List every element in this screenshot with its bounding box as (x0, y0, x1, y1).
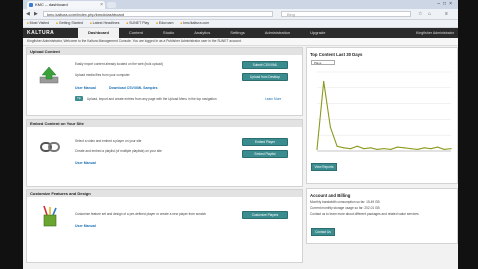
bookmarks-bar: Most Visited Getting Started Latest Head… (23, 20, 458, 28)
favicon-icon (29, 3, 33, 7)
nav-analytics[interactable]: Analytics (184, 28, 220, 38)
tab-bar: KMC -- dashboard × –□× (23, 0, 458, 9)
series-line (316, 81, 452, 150)
data-point (343, 147, 345, 149)
nav-upgrade[interactable]: Upgrade (300, 28, 335, 38)
main-nav: Dashboard Content Studio Analytics Setti… (78, 28, 335, 38)
section-title: Upload Content (27, 48, 302, 55)
nav-administration[interactable]: Administration (255, 28, 300, 38)
tip-text: Upload, import and create entries from a… (87, 97, 217, 101)
data-point (316, 148, 318, 151)
tip-badge: Tip (75, 96, 84, 101)
bookmark-item[interactable]: Getting Started (56, 21, 83, 25)
customize-section: Customize Features and Design Customize … (26, 189, 303, 263)
customize-players-button[interactable]: Customize Players (242, 211, 288, 219)
data-point (336, 145, 338, 147)
data-point (443, 148, 445, 151)
data-point (376, 148, 378, 151)
address-bar-row: ◀ ▶ kmc.kaltura.com/index.php/kmc#dashbo… (23, 9, 458, 20)
kaltura-logo: KALTURA (27, 30, 55, 36)
data-point (410, 148, 412, 150)
browser-window: KMC -- dashboard × –□× ◀ ▶ kmc.kaltura.c… (23, 0, 458, 269)
design-tools-icon (43, 205, 57, 227)
data-point (356, 145, 358, 147)
user-manual-link[interactable]: User Manual (75, 161, 96, 165)
nav-studio[interactable]: Studio (153, 28, 184, 38)
embed-content-section: Embed Content on Your Site Select a vide… (26, 119, 303, 187)
top-content-panel: Top Content Last 30 Days Plays View Repo… (306, 47, 458, 184)
section-title: Embed Content on Your Site (27, 120, 302, 127)
nav-content[interactable]: Content (119, 28, 153, 38)
top-content-title: Top Content Last 30 Days (310, 52, 363, 57)
upload-icon (39, 66, 59, 84)
upload-content-section: Upload Content Easily import content alr… (26, 47, 303, 116)
submit-csv-button[interactable]: Submit CSV/XML (242, 61, 288, 69)
customize-desc: Customize feature set and design of a pr… (75, 212, 207, 216)
nav-dashboard[interactable]: Dashboard (78, 28, 119, 38)
menu-icon[interactable]: ≡ (445, 11, 448, 17)
data-point (349, 148, 352, 150)
data-point (430, 148, 432, 150)
bookmark-item[interactable]: SUNET Play (126, 21, 149, 25)
section-title: Customize Features and Design (27, 190, 302, 197)
kaltura-header: KALTURA Dashboard Content Studio Analyti… (23, 28, 458, 38)
chain-link-icon (40, 142, 60, 152)
embed-desc-1: Select a video and embed a player on you… (75, 139, 142, 143)
bookmark-item[interactable]: Eduroam (156, 21, 173, 25)
data-point (416, 148, 419, 151)
browser-tab[interactable]: KMC -- dashboard × (27, 1, 105, 9)
account-billing-panel: Account and Billing Monthly bandwidth co… (306, 188, 458, 244)
embed-desc-2: Create and embed a playlist (of multiple… (75, 149, 162, 153)
url-input[interactable]: kmc.kaltura.com/index.php/kmc#dashboard (43, 11, 273, 17)
data-point (383, 148, 385, 150)
data-point (370, 147, 372, 149)
download-samples-link[interactable]: Download CSV/XML Samples (109, 86, 158, 90)
learn-more-link[interactable]: Learn More (265, 97, 281, 101)
data-point (329, 126, 331, 128)
back-icon[interactable]: ◀ (26, 11, 30, 17)
bookmark-star-icon[interactable]: ☆ (418, 11, 422, 17)
upload-desc-1: Easily import content already located on… (75, 62, 163, 66)
data-point (450, 148, 452, 150)
user-manual-link[interactable]: User Manual (75, 86, 96, 90)
metric-select[interactable]: Plays (311, 60, 335, 65)
bookmark-item[interactable]: Most Visited (27, 21, 49, 25)
user-manual-link[interactable]: User Manual (75, 224, 96, 228)
account-title: Account and Billing (310, 193, 351, 198)
data-point (363, 148, 365, 150)
data-point (403, 147, 405, 149)
home-icon[interactable]: ⌂ (428, 11, 431, 17)
welcome-message: Kingfisher Administrator, Welcome to the… (23, 38, 458, 46)
upload-from-desktop-button[interactable]: Upload from Desktop (242, 73, 288, 81)
contact-us-button[interactable]: Contact Us (311, 228, 335, 236)
embed-playlist-button[interactable]: Embed Playlist (242, 150, 288, 158)
nav-settings[interactable]: Settings (220, 28, 254, 38)
bookmark-item[interactable]: Latest Headlines (90, 21, 119, 25)
bookmark-item[interactable]: kmc/kaltura.com (180, 21, 209, 25)
window-controls[interactable]: –□× (437, 1, 455, 7)
upload-desc-2: Upload media files from your computer (75, 73, 130, 77)
data-point (437, 146, 439, 148)
data-point (423, 147, 425, 149)
data-point (396, 146, 398, 148)
right-bezel (458, 0, 478, 269)
data-point (323, 80, 325, 83)
new-tab-button[interactable] (107, 2, 116, 8)
data-point (390, 148, 392, 151)
account-menu[interactable]: Kingfisher Administrator (416, 28, 454, 38)
search-input[interactable]: Bing (281, 11, 411, 17)
tab-title: KMC -- dashboard (35, 2, 68, 7)
left-bezel (0, 0, 23, 269)
top-content-chart (316, 71, 452, 152)
embed-player-button[interactable]: Embed Player (242, 138, 288, 146)
contact-text: Contact us to learn more about different… (310, 212, 419, 216)
forward-icon[interactable]: ▶ (34, 11, 38, 17)
view-reports-button[interactable]: View Reports (311, 163, 337, 171)
close-tab-icon[interactable]: × (100, 1, 103, 9)
